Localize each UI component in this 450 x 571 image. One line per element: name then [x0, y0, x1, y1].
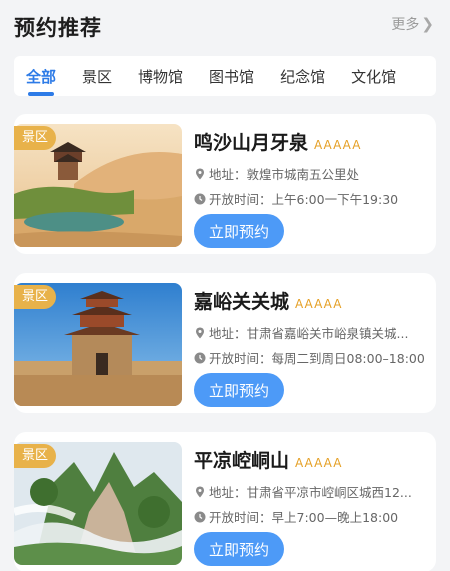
clock-icon [194, 193, 206, 204]
venue-address: 地址：敦煌市城南五公里处 [194, 164, 426, 183]
tab-library[interactable]: 图书馆 [209, 56, 254, 87]
chevron-right-icon: ❯ [421, 15, 434, 33]
venue-name: 鸣沙山月牙泉 AAAAA [194, 132, 362, 154]
venue-hours: 开放时间：早上7:00—晚上18:00 [194, 507, 426, 526]
category-tag: 景区 [14, 285, 56, 309]
rating-badge: AAAAA [314, 138, 362, 152]
tab-culture[interactable]: 文化馆 [351, 56, 396, 87]
category-tag: 景区 [14, 444, 56, 468]
tab-museum[interactable]: 博物馆 [138, 56, 183, 87]
venue-card[interactable]: 景区 鸣沙山月牙泉 AAAAA 地址：敦煌市城南五公里处 开放时间：上午6:00一… [14, 114, 436, 254]
book-now-button[interactable]: 立即预约 [194, 373, 284, 407]
location-pin-icon [196, 486, 204, 497]
location-pin-icon [196, 168, 204, 179]
category-tabs: 全部 景区 博物馆 图书馆 纪念馆 文化馆 [14, 56, 436, 96]
venue-address: 地址：甘肃省平凉市崆峒区城西12... [194, 482, 426, 501]
location-pin-icon [196, 327, 204, 338]
more-label: 更多 [391, 17, 420, 33]
rating-badge: AAAAA [295, 297, 343, 311]
venue-name: 平凉崆峒山 AAAAA [194, 450, 343, 472]
category-tag: 景区 [14, 126, 56, 150]
venue-hours: 开放时间：上午6:00一下午19:30 [194, 189, 426, 208]
active-tab-indicator [28, 92, 54, 96]
more-link[interactable]: 更多 ❯ [391, 14, 434, 34]
venue-address: 地址：甘肃省嘉峪关市峪泉镇关城... [194, 323, 426, 342]
section-title: 预约推荐 [14, 16, 102, 40]
tab-scenic[interactable]: 景区 [82, 56, 112, 87]
clock-icon [194, 511, 206, 522]
rating-badge: AAAAA [295, 456, 343, 470]
tab-all[interactable]: 全部 [26, 56, 56, 96]
section-header: 预约推荐 更多 ❯ [0, 0, 450, 54]
clock-icon [194, 352, 206, 363]
venue-card[interactable]: 景区 嘉峪关关城 AAAAA 地址：甘肃省嘉峪关市峪泉镇关城... 开放时间：每周… [14, 273, 436, 413]
tab-memorial[interactable]: 纪念馆 [280, 56, 325, 87]
venue-hours: 开放时间：每周二到周日08:00–18:00 [194, 348, 426, 367]
venue-card[interactable]: 景区 平凉崆峒山 AAAAA 地址：甘肃省平凉市崆峒区城西12... 开放时间：早… [14, 432, 436, 571]
venue-name: 嘉峪关关城 AAAAA [194, 291, 343, 313]
book-now-button[interactable]: 立即预约 [194, 214, 284, 248]
book-now-button[interactable]: 立即预约 [194, 532, 284, 566]
